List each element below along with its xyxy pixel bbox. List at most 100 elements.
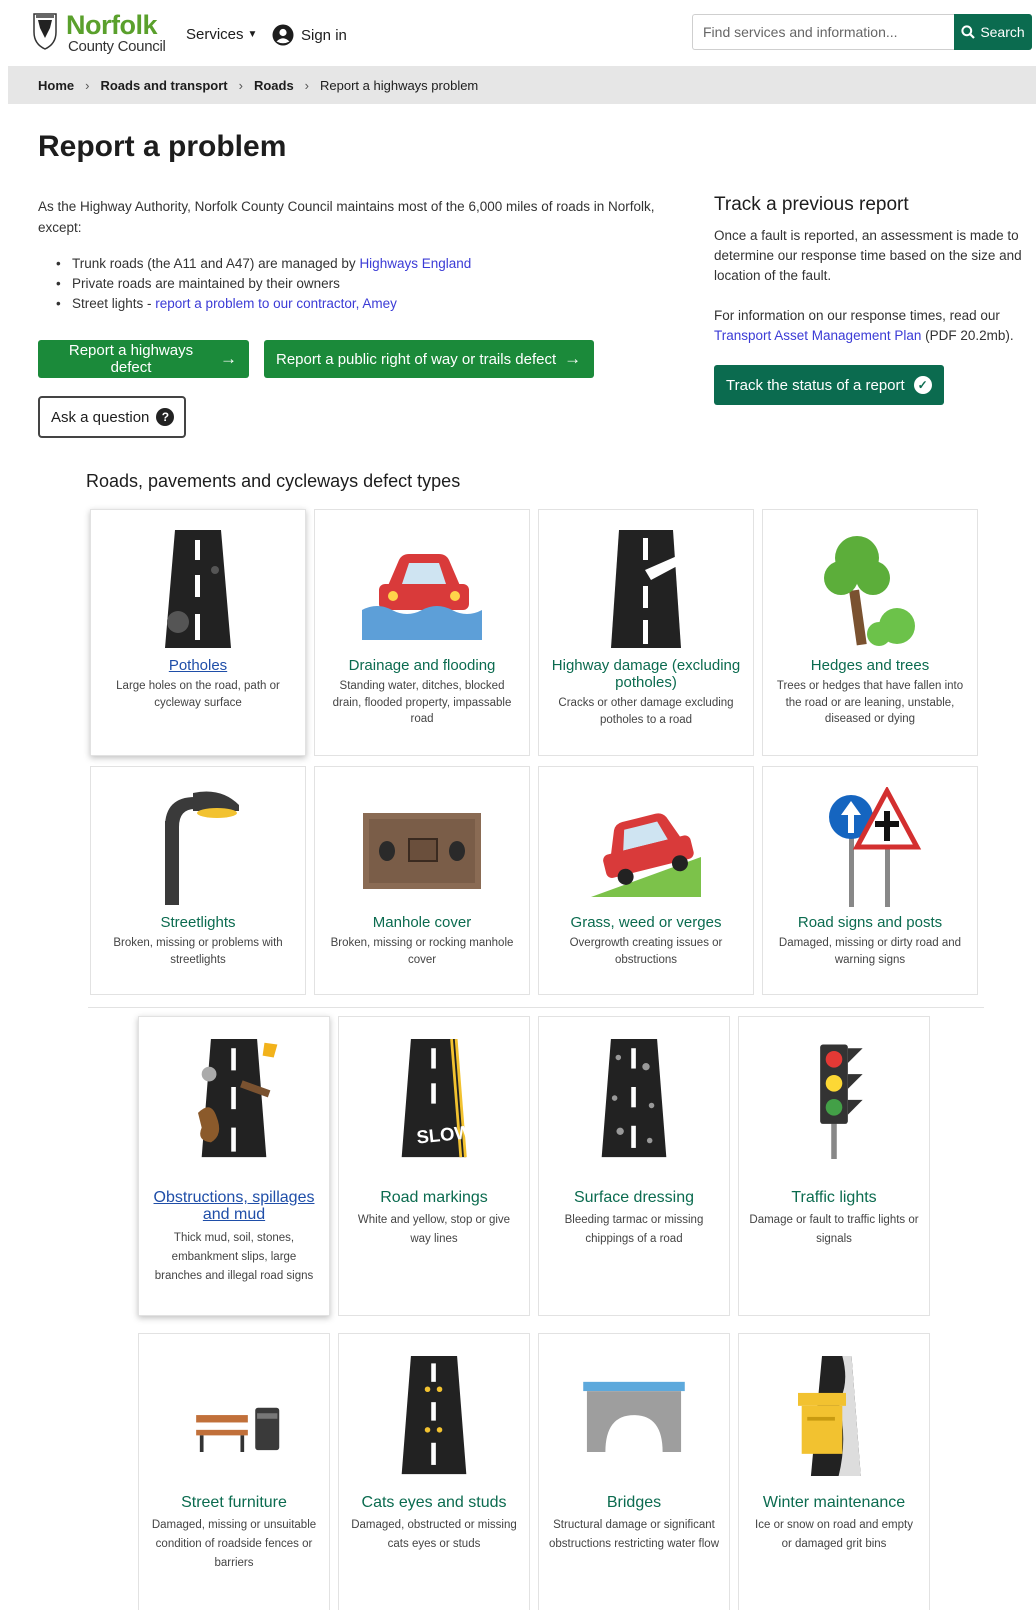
card-title[interactable]: Road markings [345,1189,523,1206]
search-form: Search [692,14,1032,50]
streetlight-icon [165,791,239,905]
chevron-right-icon: › [85,77,90,93]
card-title[interactable]: Hedges and trees [769,657,971,674]
card-description: Trees or hedges that have fallen into th… [776,680,964,725]
card-description: Ice or snow on road and empty or damaged… [755,1519,913,1550]
card-title[interactable]: Obstructions, spillages and mud [145,1189,323,1223]
card-streetlights[interactable]: Streetlights Broken, missing or problems… [90,766,306,995]
ask-question-button[interactable]: Ask a question ? [38,396,186,438]
search-icon [961,25,976,39]
card-title[interactable]: Surface dressing [545,1189,723,1206]
report-public-right-of-way-label: Report a public right of way or trails d… [276,350,557,368]
card-title[interactable]: Manhole cover [321,914,523,931]
card-description: Damaged, missing or unsuitable condition… [151,1519,317,1569]
amey-contractor-link[interactable]: report a problem to our contractor, Amey [155,296,397,311]
page-title: Report a problem [38,130,287,163]
card-obstructions-spillages[interactable]: Obstructions, spillages and mud Thick mu… [138,1016,330,1316]
site-header: Norfolk County Council Services ▼ Sign i… [0,0,1036,66]
card-surface-dressing[interactable]: Surface dressing Bleeding tarmac or miss… [538,1016,730,1316]
bridge-icon [583,1381,685,1452]
report-highways-defect-button[interactable]: Report a highways defect → [38,340,249,378]
card-description: Broken, missing or rocking manhole cover [330,937,514,966]
card-title[interactable]: Drainage and flooding [321,657,523,674]
surface-dressing-icon [601,1039,667,1158]
card-title[interactable]: Road signs and posts [769,914,971,931]
obstructed-road-icon [198,1039,278,1158]
card-highway-damage[interactable]: Highway damage (excluding potholes) Crac… [538,509,754,756]
track-description: Once a fault is reported, an assessment … [714,228,1022,283]
traffic-light-icon [820,1044,863,1159]
list-item-text: Trunk roads (the A11 and A47) are manage… [72,256,360,271]
crest-icon [33,13,57,50]
card-manhole-cover[interactable]: Manhole cover Broken, missing or rocking… [314,766,530,995]
card-title[interactable]: Highway damage (excluding potholes) [545,657,747,691]
breadcrumb-home[interactable]: Home [38,78,74,93]
breadcrumb-roads-and-transport[interactable]: Roads and transport [100,78,227,93]
response-times-prefix: For information on our response times, r… [714,308,1000,323]
card-description: Damage or fault to traffic lights or sig… [749,1214,919,1245]
card-title[interactable]: Street furniture [145,1494,323,1511]
card-description: Large holes on the road, path or cyclewa… [116,680,280,709]
card-cats-eyes-studs[interactable]: Cats eyes and studs Damaged, obstructed … [338,1333,530,1610]
list-item-text: Private roads are maintained by their ow… [72,276,340,291]
list-item: Private roads are maintained by their ow… [56,274,471,294]
card-bridges[interactable]: Bridges Structural damage or significant… [538,1333,730,1610]
cracked-road-icon [606,530,681,649]
card-road-signs-posts[interactable]: Road signs and posts Damaged, missing or… [762,766,978,995]
card-grass-weed-verges[interactable]: Grass, weed or verges Overgrowth creatin… [538,766,754,995]
arrow-right-icon: → [220,349,237,368]
highways-england-link[interactable]: Highways England [359,256,471,271]
card-description: Thick mud, soil, stones, embankment slip… [154,1232,314,1282]
card-potholes[interactable]: Potholes Large holes on the road, path o… [90,509,306,756]
search-button[interactable]: Search [954,14,1032,50]
services-menu[interactable]: Services ▼ [186,26,257,43]
asset-management-plan-link[interactable]: Transport Asset Management Plan [714,328,921,343]
card-title[interactable]: Cats eyes and studs [345,1494,523,1511]
logo-name: Norfolk [66,10,158,40]
report-public-right-of-way-button[interactable]: Report a public right of way or trails d… [264,340,594,378]
response-times-text: For information on our response times, r… [714,306,1030,346]
card-description: Structural damage or significant obstruc… [549,1519,720,1550]
chevron-right-icon: › [304,77,310,93]
list-item: Trunk roads (the A11 and A47) are manage… [56,254,471,274]
card-description: Overgrowth creating issues or obstructio… [569,937,723,966]
card-title[interactable]: Winter maintenance [745,1494,923,1511]
services-label: Services [186,26,244,43]
card-description: Cracks or other damage excluding pothole… [558,697,734,726]
flooded-car-icon [362,554,482,640]
cats-eyes-icon [401,1356,467,1475]
response-times-suffix: (PDF 20.2mb). [921,328,1014,343]
check-circle-icon: ✓ [913,376,932,394]
card-winter-maintenance[interactable]: Winter maintenance Ice or snow on road a… [738,1333,930,1610]
card-road-markings[interactable]: SLOW Road markings White and yellow, sto… [338,1016,530,1316]
road-markings-icon: SLOW [401,1039,473,1158]
report-highways-defect-label: Report a highways defect [68,342,194,376]
ask-question-label: Ask a question [51,408,150,426]
breadcrumb-roads[interactable]: Roads [254,78,294,93]
defect-types-heading: Roads, pavements and cycleways defect ty… [86,471,461,491]
card-title[interactable]: Grass, weed or verges [545,914,747,931]
card-title[interactable]: Potholes [97,657,299,674]
card-traffic-lights[interactable]: Traffic lights Damage or fault to traffi… [738,1016,930,1316]
user-icon [272,24,294,46]
card-description: Damaged, missing or dirty road and warni… [778,937,962,966]
card-title[interactable]: Traffic lights [745,1189,923,1206]
exceptions-list: Trunk roads (the A11 and A47) are manage… [56,254,471,314]
caret-down-icon: ▼ [247,29,258,40]
intro-text: As the Highway Authority, Norfolk County… [38,199,655,235]
norfolk-logo[interactable]: Norfolk County Council [30,8,170,58]
track-status-button[interactable]: Track the status of a report ✓ [714,365,944,405]
card-description: Bleeding tarmac or missing chippings of … [564,1214,704,1245]
sign-in-label: Sign in [301,26,347,44]
search-input[interactable] [692,14,954,50]
card-description: Damaged, obstructed or missing cats eyes… [351,1519,517,1550]
card-drainage-flooding[interactable]: Drainage and flooding Standing water, di… [314,509,530,756]
card-title[interactable]: Streetlights [97,914,299,931]
sign-in-link[interactable]: Sign in [272,24,347,46]
logo-subtitle: County Council [68,38,166,55]
card-street-furniture[interactable]: Street furniture Damaged, missing or uns… [138,1333,330,1610]
breadcrumb-current: Report a highways problem [320,77,479,93]
card-title[interactable]: Bridges [545,1494,723,1511]
divider [88,1007,984,1008]
card-hedges-trees[interactable]: Hedges and trees Trees or hedges that ha… [762,509,978,756]
